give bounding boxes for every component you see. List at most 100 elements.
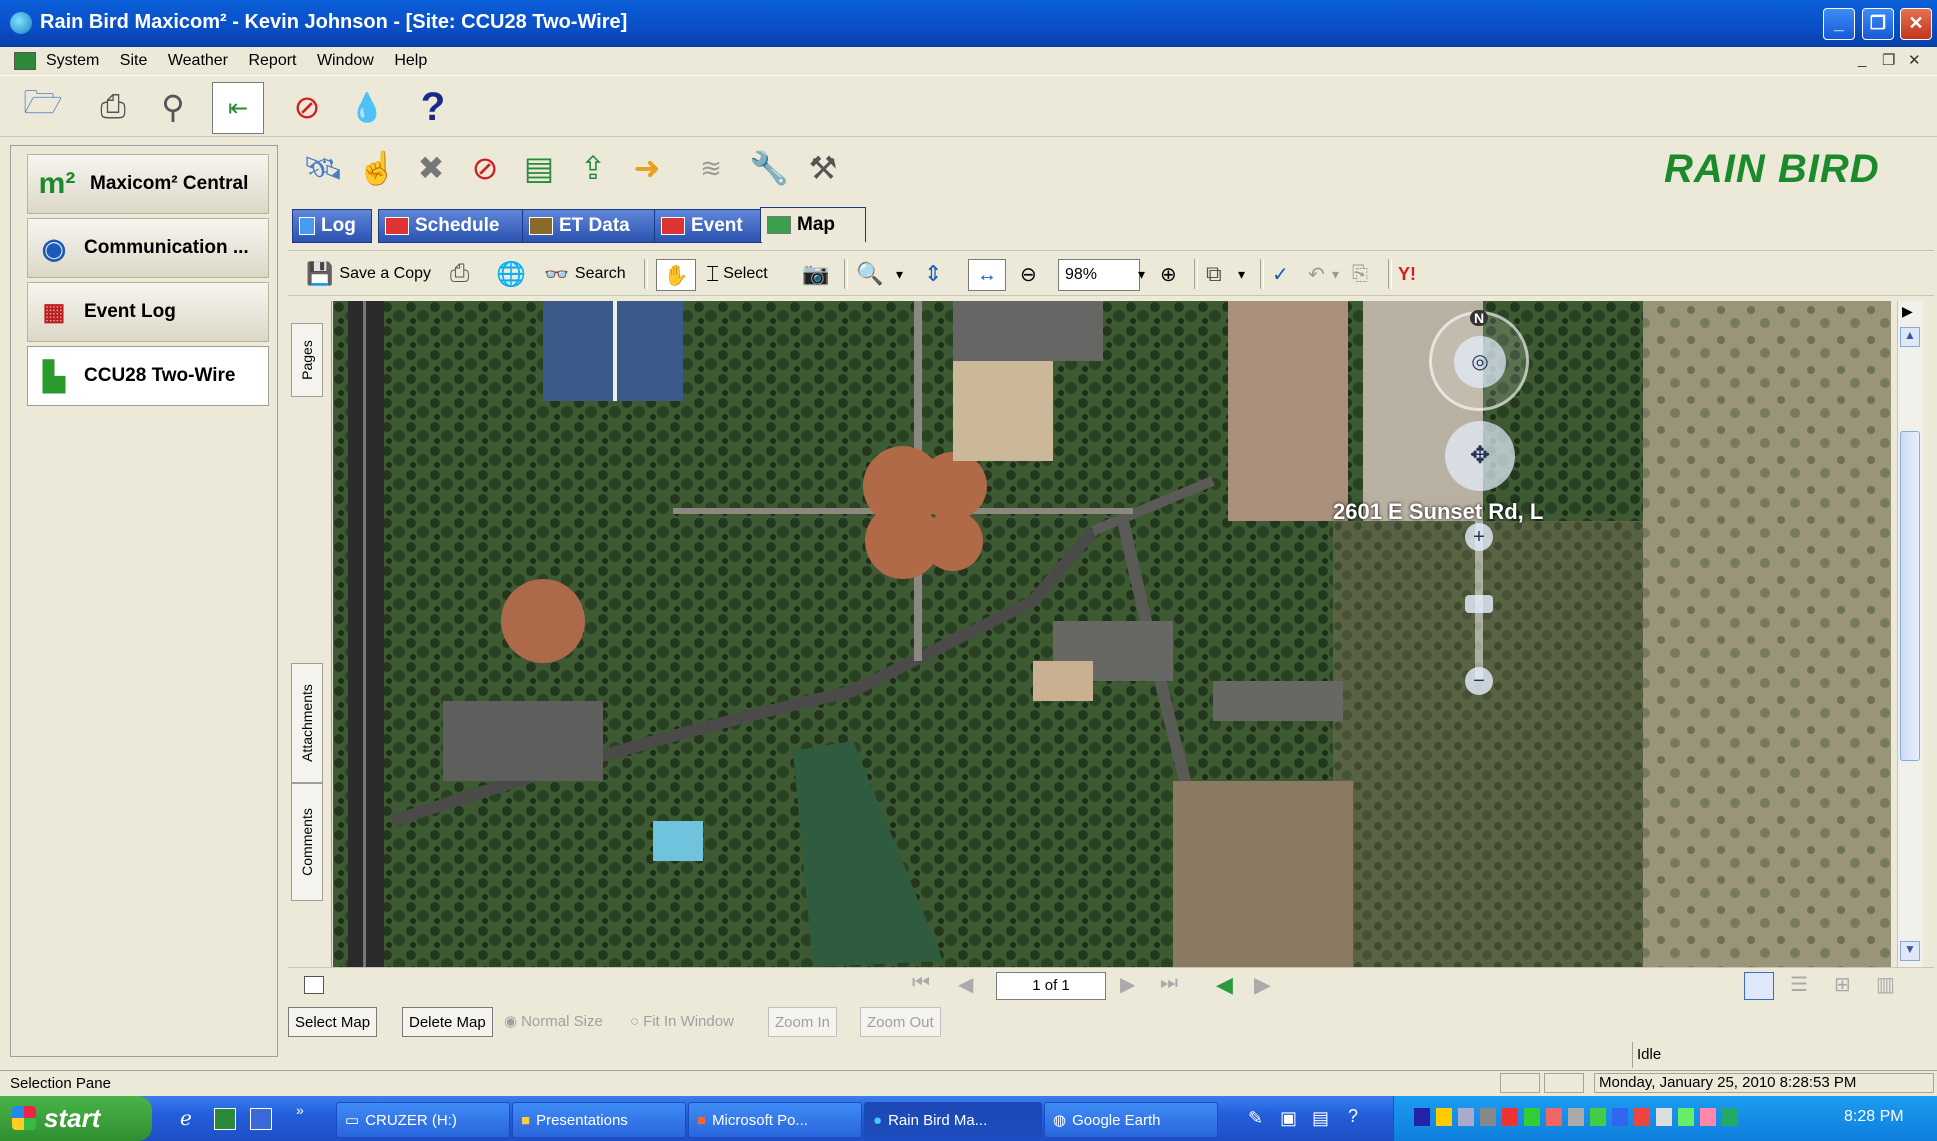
zoom-in-tool-icon[interactable]: 🔍 bbox=[856, 259, 883, 289]
task-google-earth[interactable]: ◍ Google Earth bbox=[1044, 1102, 1218, 1138]
tray-icon[interactable] bbox=[1612, 1108, 1628, 1126]
scroll-up-arrow-icon[interactable]: ▲ bbox=[1900, 327, 1920, 347]
back-view-icon[interactable]: ◀ bbox=[1216, 972, 1233, 998]
import-icon[interactable]: ▤ bbox=[514, 143, 564, 193]
fit-width-icon[interactable]: ↔ bbox=[968, 259, 1006, 291]
print-icon[interactable]: ⎙ bbox=[450, 259, 469, 289]
zoom-out-icon[interactable]: ⊖ bbox=[1020, 259, 1037, 289]
fit-in-window-radio[interactable]: ○ Fit In Window bbox=[624, 1007, 740, 1035]
mdi-close-button[interactable]: ✕ bbox=[1908, 51, 1921, 69]
select-map-button[interactable]: Select Map bbox=[288, 1007, 378, 1037]
notes-icon[interactable]: ▣ bbox=[1280, 1108, 1297, 1129]
tray-icon[interactable] bbox=[1458, 1108, 1474, 1126]
zoom-in-icon[interactable]: ⊕ bbox=[1160, 259, 1177, 289]
continuous-page-icon[interactable]: ☰ bbox=[1790, 972, 1808, 997]
search-button[interactable]: 👓 Search bbox=[544, 259, 626, 289]
select-tool-button[interactable]: ⌶ Select bbox=[706, 259, 768, 289]
tray-icon[interactable] bbox=[1722, 1108, 1738, 1126]
task-rain-bird[interactable]: ● Rain Bird Ma... bbox=[864, 1102, 1042, 1138]
zoom-level-input[interactable]: 98% bbox=[1058, 259, 1140, 291]
tray-icon[interactable] bbox=[1700, 1108, 1716, 1126]
tab-attachments[interactable]: Attachments bbox=[291, 663, 323, 783]
tab-pages[interactable]: Pages bbox=[291, 323, 323, 397]
yahoo-icon[interactable]: Y! bbox=[1398, 259, 1416, 289]
ie-icon[interactable]: ℯ bbox=[180, 1106, 192, 1131]
tab-schedule[interactable]: Schedule bbox=[378, 209, 524, 243]
scroll-thumb[interactable] bbox=[1900, 431, 1920, 761]
task-powerpoint[interactable]: ■ Microsoft Po... bbox=[688, 1102, 862, 1138]
layout-dropdown-icon[interactable]: ▾ bbox=[1238, 259, 1245, 289]
delete-map-button[interactable]: Delete Map bbox=[402, 1007, 493, 1037]
facing-page-icon[interactable]: ⊞ bbox=[1834, 972, 1851, 997]
sidebar-item-communication[interactable]: ◉ Communication ... bbox=[27, 218, 269, 278]
word-icon[interactable] bbox=[250, 1108, 272, 1130]
tray-icon[interactable] bbox=[1656, 1108, 1672, 1126]
clock[interactable]: 8:28 PM bbox=[1844, 1108, 1904, 1126]
tray-icon[interactable] bbox=[1414, 1108, 1430, 1126]
scroll-down-arrow-icon[interactable]: ▼ bbox=[1900, 941, 1920, 961]
minimize-button[interactable]: _ bbox=[1823, 8, 1855, 40]
tool-icon[interactable]: ▤ bbox=[1312, 1108, 1329, 1129]
page-layout-icon[interactable]: ⧉ bbox=[1206, 259, 1222, 289]
menu-help[interactable]: Help bbox=[394, 47, 427, 75]
tray-icon[interactable] bbox=[1634, 1108, 1650, 1126]
tray-icon[interactable] bbox=[1502, 1108, 1518, 1126]
signal-icon[interactable]: ≋ bbox=[686, 143, 736, 193]
chevron-down-icon[interactable]: ▾ bbox=[896, 259, 903, 289]
sidebar-item-event-log[interactable]: ▦ Event Log bbox=[27, 282, 269, 342]
tray-icon[interactable] bbox=[1524, 1108, 1540, 1126]
zoom-out-button[interactable]: Zoom Out bbox=[860, 1007, 941, 1037]
pen-icon[interactable]: ✎ bbox=[1248, 1108, 1263, 1129]
mdi-restore-button[interactable]: ❐ bbox=[1882, 51, 1895, 69]
spellcheck-icon[interactable]: ✓ bbox=[1272, 259, 1289, 289]
close-button[interactable]: ✕ bbox=[1900, 8, 1932, 40]
pan-joystick-icon[interactable]: ✥ bbox=[1445, 421, 1515, 491]
page-number-input[interactable]: 1 of 1 bbox=[996, 972, 1106, 1000]
tab-et-data[interactable]: ET Data bbox=[522, 209, 656, 243]
restore-button[interactable]: ❐ bbox=[1862, 8, 1894, 40]
tab-comments[interactable]: Comments bbox=[291, 783, 323, 901]
snapshot-icon[interactable]: 📷 bbox=[802, 259, 829, 289]
menu-window[interactable]: Window bbox=[317, 47, 374, 75]
tray-icons[interactable] bbox=[1414, 1108, 1744, 1128]
undo-icon[interactable]: ↶ bbox=[1308, 259, 1325, 289]
undo-dropdown-icon[interactable]: ▾ bbox=[1332, 259, 1339, 289]
expand-arrow-icon[interactable]: ▶ bbox=[1902, 303, 1913, 320]
tab-event[interactable]: Event bbox=[654, 209, 762, 243]
menu-weather[interactable]: Weather bbox=[168, 47, 228, 75]
tray-icon[interactable] bbox=[1590, 1108, 1606, 1126]
prev-page-icon[interactable]: ◀ bbox=[958, 972, 973, 997]
start-button[interactable]: start bbox=[0, 1096, 152, 1141]
last-page-icon[interactable]: ⏭ bbox=[1160, 972, 1178, 995]
excel-icon[interactable] bbox=[214, 1108, 236, 1130]
menu-site[interactable]: Site bbox=[120, 47, 148, 75]
help-tray-icon[interactable]: ? bbox=[1348, 1106, 1358, 1127]
water-arrow-icon[interactable]: ➜ bbox=[622, 143, 672, 193]
first-page-icon[interactable]: ⏮ bbox=[912, 972, 930, 995]
sidebar-item-maxicom-central[interactable]: m² Maxicom² Central bbox=[27, 154, 269, 214]
save-copy-button[interactable]: 💾 Save a Copy bbox=[306, 259, 431, 289]
hand-tool-icon[interactable]: ✋ bbox=[656, 259, 696, 291]
continuous-facing-icon[interactable]: ▥ bbox=[1876, 972, 1895, 997]
tools-icon[interactable]: ⚒ bbox=[798, 143, 848, 193]
tray-icon[interactable] bbox=[1546, 1108, 1562, 1126]
fit-page-icon[interactable]: ⇕ bbox=[924, 259, 942, 289]
look-joystick-icon[interactable]: ◎ bbox=[1454, 336, 1506, 388]
email-globe-icon[interactable]: 🌐 bbox=[496, 259, 526, 289]
satellite-icon[interactable]: 🛰 bbox=[298, 143, 348, 193]
tab-map[interactable]: Map bbox=[760, 207, 866, 242]
zoom-slider-handle[interactable] bbox=[1465, 595, 1493, 613]
tray-icon[interactable] bbox=[1480, 1108, 1496, 1126]
zoom-plus-icon[interactable]: + bbox=[1465, 523, 1493, 551]
wrench-icon[interactable]: 🔧 bbox=[744, 143, 794, 193]
print-icon[interactable]: ⎙ bbox=[88, 82, 138, 132]
zoom-in-button[interactable]: Zoom In bbox=[768, 1007, 838, 1037]
menu-report[interactable]: Report bbox=[248, 47, 296, 75]
magnifier-icon[interactable]: ⚲ bbox=[148, 82, 198, 132]
vertical-scrollbar[interactable]: ▶ ▲ ▼ bbox=[1897, 301, 1923, 967]
hand-icon[interactable]: ☝ bbox=[352, 143, 402, 193]
tray-icon[interactable] bbox=[1568, 1108, 1584, 1126]
zoom-minus-icon[interactable]: − bbox=[1465, 667, 1493, 695]
task-presentations[interactable]: ■ Presentations bbox=[512, 1102, 686, 1138]
transfer-icon[interactable]: ⇪ bbox=[568, 143, 618, 193]
